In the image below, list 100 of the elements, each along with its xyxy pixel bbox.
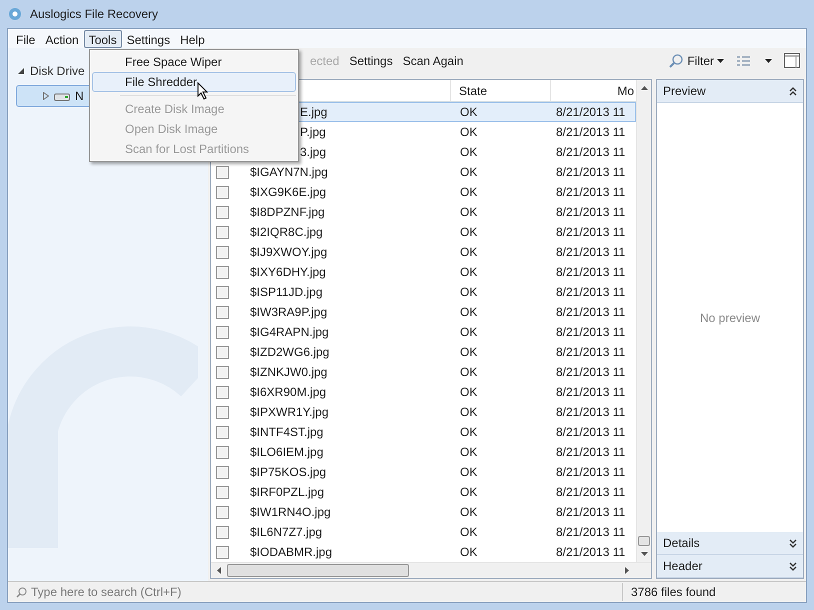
menu-item[interactable]: Tools	[84, 30, 122, 48]
search-icon	[16, 586, 27, 598]
file-row[interactable]: $INTF4ST.jpg OK 8/21/2013 11	[211, 422, 636, 442]
row-checkbox[interactable]	[216, 486, 229, 498]
file-row[interactable]: $ILO6IEM.jpg OK 8/21/2013 11	[211, 442, 636, 462]
file-row[interactable]: $IZNKJW0.jpg OK 8/21/2013 11	[211, 362, 636, 382]
file-name-cell-text: $IG4RAPN.jpg	[250, 324, 329, 341]
file-row[interactable]: $IL6N7Z7.jpg OK 8/21/2013 11	[211, 522, 636, 542]
state-cell-text: OK	[459, 144, 478, 161]
state-cell-text: OK	[459, 484, 478, 501]
menu-item[interactable]: File	[11, 30, 40, 48]
row-checkbox[interactable]	[216, 426, 229, 438]
row-checkbox[interactable]	[216, 266, 229, 278]
file-row[interactable]: $I8DPZNF.jpg OK 8/21/2013 11	[211, 202, 636, 222]
row-checkbox[interactable]	[216, 346, 229, 358]
state-cell-text: OK	[459, 264, 478, 281]
caret-icon	[717, 58, 724, 62]
modified-cell-text: 8/21/2013 11	[555, 124, 626, 141]
file-row[interactable]: $I2IQR8C.jpg OK 8/21/2013 11	[211, 222, 636, 242]
mouse-cursor-icon	[197, 82, 209, 100]
menu-option[interactable]: Free Space Wiper	[92, 52, 296, 72]
file-row[interactable]: $IPXWR1Y.jpg OK 8/21/2013 11	[211, 402, 636, 422]
no-preview-text: No preview	[700, 310, 760, 326]
row-checkbox[interactable]	[216, 446, 229, 458]
file-name-cell-text: $IODABMR.jpg	[250, 544, 332, 561]
menu-item[interactable]: Action	[40, 30, 84, 48]
expand-chevron-icon[interactable]	[789, 562, 797, 570]
file-row[interactable]: $IW3RA9P.jpg OK 8/21/2013 11	[211, 302, 636, 322]
row-checkbox[interactable]	[216, 546, 229, 558]
collapse-chevron-icon[interactable]	[789, 86, 797, 96]
row-checkbox[interactable]	[216, 386, 229, 398]
file-row[interactable]: $IP75KOS.jpg OK 8/21/2013 11	[211, 462, 636, 482]
file-row[interactable]: $IRF0PZL.jpg OK 8/21/2013 11	[211, 482, 636, 502]
view-list-icon[interactable]	[736, 54, 751, 66]
horizontal-scrollbar[interactable]	[211, 562, 651, 578]
scroll-right-arrow-icon[interactable]	[625, 567, 629, 574]
file-row[interactable]: $IW1RN4O.jpg OK 8/21/2013 11	[211, 502, 636, 522]
scroll-down-arrow-icon[interactable]	[640, 552, 648, 556]
file-name-cell-text: $ILO6IEM.jpg	[250, 444, 324, 461]
row-checkbox[interactable]	[216, 466, 229, 478]
scroll-left-arrow-icon[interactable]	[217, 567, 221, 574]
state-cell-text: OK	[459, 124, 478, 141]
state-cell-text: OK	[459, 184, 478, 201]
row-checkbox[interactable]	[216, 206, 229, 218]
modified-cell-text: 8/21/2013 11	[555, 184, 626, 201]
column-header[interactable]: Mo	[551, 80, 636, 101]
row-checkbox[interactable]	[216, 166, 229, 178]
tree-item[interactable]: Disk Drive	[30, 62, 85, 80]
file-row[interactable]: $IZD2WG6.jpg OK 8/21/2013 11	[211, 342, 636, 362]
file-name-cell-text: E.jpg	[300, 104, 328, 121]
file-row[interactable]: $I6XR90M.jpg OK 8/21/2013 11	[211, 382, 636, 402]
state-cell-text: OK	[459, 204, 478, 221]
toolbar-button[interactable]: Scan Again	[402, 52, 464, 70]
modified-cell-text: 8/21/2013 11	[555, 444, 626, 461]
file-row[interactable]: $IJ9XWOY.jpg OK 8/21/2013 11	[211, 242, 636, 262]
row-checkbox[interactable]	[216, 226, 229, 238]
row-checkbox[interactable]	[216, 326, 229, 338]
file-row[interactable]: $IGAYN7N.jpg OK 8/21/2013 11	[211, 162, 636, 182]
column-header[interactable]: State	[451, 80, 551, 101]
collapsed-triangle-icon[interactable]	[43, 92, 49, 100]
toolbar-button[interactable]: Settings	[349, 52, 393, 70]
file-row[interactable]: $IXY6DHY.jpg OK 8/21/2013 11	[211, 262, 636, 282]
state-cell-text: OK	[459, 424, 478, 441]
file-row[interactable]: $IXG9K6E.jpg OK 8/21/2013 11	[211, 182, 636, 202]
file-name-cell-text: $IRF0PZL.jpg	[250, 484, 324, 501]
panel-header[interactable]: Header	[657, 555, 803, 578]
filter-button[interactable]: Filter	[687, 52, 724, 70]
file-name-cell-text: $IZD2WG6.jpg	[250, 344, 330, 361]
file-row[interactable]: $ISP11JD.jpg OK 8/21/2013 11	[211, 282, 636, 302]
state-cell-text: OK	[459, 164, 478, 181]
panel-header[interactable]: Preview	[657, 80, 803, 103]
modified-cell-text: 8/21/2013 11	[555, 244, 626, 261]
scroll-thumb[interactable]	[227, 564, 409, 577]
modified-cell-text: 8/21/2013 11	[555, 364, 626, 381]
row-checkbox[interactable]	[216, 526, 229, 538]
vertical-scrollbar[interactable]	[636, 80, 651, 562]
state-cell-text: OK	[459, 324, 478, 341]
expanded-triangle-icon[interactable]	[18, 68, 24, 74]
expand-chevron-icon[interactable]	[789, 538, 797, 548]
search-field[interactable]: Type here to search (Ctrl+F)	[31, 583, 331, 601]
modified-cell-text: 8/21/2013 11	[555, 324, 626, 341]
row-checkbox[interactable]	[216, 506, 229, 518]
pane-layout-icon[interactable]	[784, 53, 800, 68]
menu-item[interactable]: Settings	[122, 30, 176, 48]
file-row[interactable]: $IODABMR.jpg OK 8/21/2013 11	[211, 542, 636, 562]
scroll-thumb[interactable]	[638, 536, 650, 546]
row-checkbox[interactable]	[216, 366, 229, 378]
panel-header[interactable]: Details	[657, 532, 803, 555]
row-checkbox[interactable]	[216, 246, 229, 258]
file-row[interactable]: $IG4RAPN.jpg OK 8/21/2013 11	[211, 322, 636, 342]
row-checkbox[interactable]	[216, 286, 229, 298]
row-checkbox[interactable]	[216, 406, 229, 418]
modified-cell-text: 8/21/2013 11	[555, 384, 626, 401]
menu-item[interactable]: Help	[175, 30, 210, 48]
file-name-cell-text: $INTF4ST.jpg	[250, 424, 324, 441]
modified-cell-text: 8/21/2013 11	[555, 504, 626, 521]
row-checkbox[interactable]	[216, 186, 229, 198]
row-checkbox[interactable]	[216, 306, 229, 318]
scroll-up-arrow-icon[interactable]	[640, 86, 648, 90]
search-icon[interactable]	[669, 54, 684, 68]
